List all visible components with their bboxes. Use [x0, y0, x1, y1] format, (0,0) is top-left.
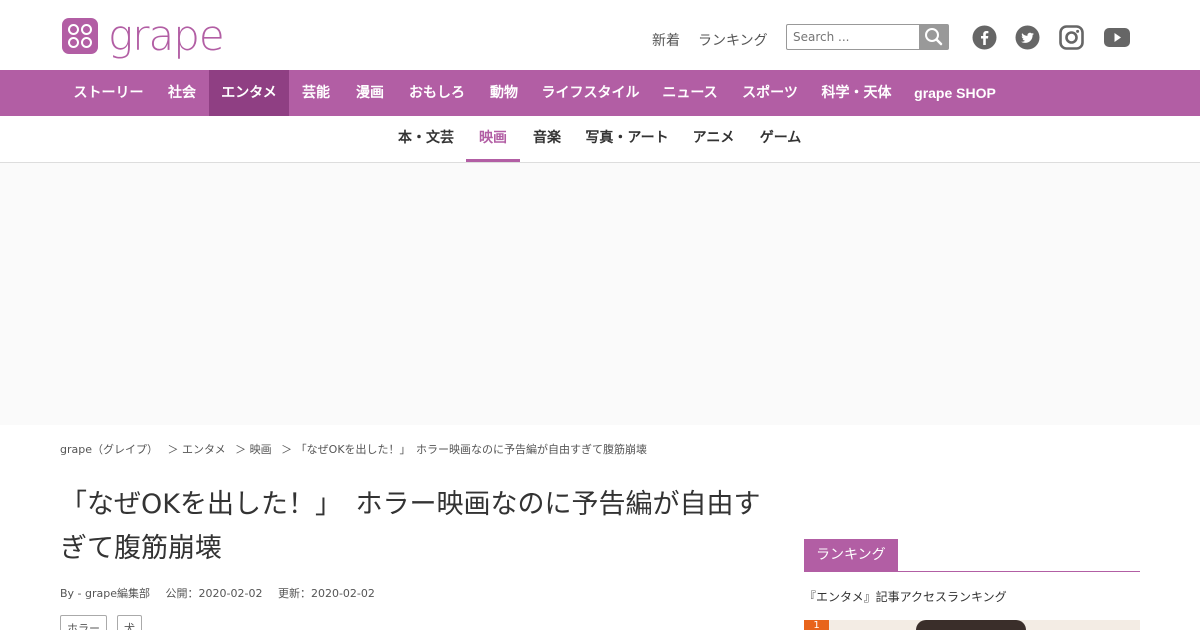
- youtube-icon[interactable]: [1103, 25, 1131, 50]
- nav-item-animals[interactable]: 動物: [477, 70, 531, 116]
- article-updated: 更新：2020-02-02: [277, 587, 375, 600]
- sidebar-ranking-subheading: 『エンタメ』記事アクセスランキング: [804, 590, 1007, 604]
- logo-text: grape: [108, 11, 225, 60]
- sidebar-ranking-header: ランキング: [804, 539, 1140, 572]
- instagram-icon[interactable]: [1059, 25, 1084, 50]
- nav-item-sports[interactable]: スポーツ: [730, 70, 810, 116]
- tag-dog[interactable]: 犬: [117, 615, 142, 630]
- subnav-item-anime[interactable]: アニメ: [680, 116, 747, 162]
- tag-horror[interactable]: ホラー: [60, 615, 107, 630]
- twitter-icon[interactable]: [1015, 25, 1040, 50]
- article-tags: ホラー 犬: [60, 615, 152, 630]
- subnav-item-photo-art[interactable]: 写真・アート: [574, 116, 680, 162]
- subnav-item-music[interactable]: 音楽: [520, 116, 574, 162]
- main-nav: ストーリー 社会 エンタメ 芸能 漫画 おもしろ 動物 ライフスタイル ニュース…: [0, 70, 1200, 116]
- breadcrumb-home[interactable]: grape（グレイプ）: [60, 443, 158, 456]
- nav-item-funny[interactable]: おもしろ: [397, 70, 477, 116]
- ranking-link[interactable]: ランキング: [698, 30, 768, 50]
- breadcrumb-movies[interactable]: ＞ 映画: [235, 443, 272, 456]
- ad-area: [0, 163, 1200, 425]
- subnav-item-books[interactable]: 本・文芸: [386, 116, 466, 162]
- nav-item-story[interactable]: ストーリー: [62, 70, 155, 116]
- new-link[interactable]: 新着: [652, 30, 680, 50]
- search-button[interactable]: [919, 24, 949, 50]
- ranking-thumbnail: [916, 620, 1026, 630]
- breadcrumb: grape（グレイプ） ＞ エンタメ ＞ 映画 ＞ 「なぜOKを出した！」 ホラ…: [60, 441, 653, 457]
- article-published: 公開：2020-02-02: [165, 587, 263, 600]
- subnav-item-game[interactable]: ゲーム: [747, 116, 814, 162]
- nav-item-geinou[interactable]: 芸能: [289, 70, 343, 116]
- subnav-item-movies[interactable]: 映画: [466, 116, 520, 162]
- site-header: grape 新着 ランキング: [0, 0, 1200, 70]
- nav-item-society[interactable]: 社会: [155, 70, 209, 116]
- nav-item-manga[interactable]: 漫画: [343, 70, 397, 116]
- search-input[interactable]: [786, 24, 920, 50]
- nav-item-news[interactable]: ニュース: [650, 70, 730, 116]
- logo-mark-icon: [62, 18, 98, 54]
- search-icon: [925, 28, 943, 46]
- article-title: 「なぜOKを出した！」 ホラー映画なのに予告編が自由すぎて腹筋崩壊: [60, 489, 761, 564]
- site-logo[interactable]: grape: [62, 11, 225, 60]
- nav-item-science[interactable]: 科学・天体: [810, 70, 903, 116]
- breadcrumb-entertainment[interactable]: ＞ エンタメ: [168, 443, 226, 456]
- ranking-item[interactable]: 1: [804, 620, 1140, 630]
- nav-item-shop[interactable]: grape SHOP: [903, 70, 1007, 116]
- nav-item-lifestyle[interactable]: ライフスタイル: [531, 70, 650, 116]
- article-author[interactable]: By - grape編集部: [60, 587, 150, 600]
- facebook-icon[interactable]: [972, 25, 997, 50]
- sub-nav: 本・文芸 映画 音楽 写真・アート アニメ ゲーム: [0, 116, 1200, 163]
- rank-badge: 1: [804, 620, 829, 630]
- article-meta: By - grape編集部 公開：2020-02-02 更新：2020-02-0…: [60, 585, 387, 601]
- nav-item-entertainment[interactable]: エンタメ: [209, 70, 289, 116]
- sidebar-ranking-heading: ランキング: [804, 539, 898, 571]
- breadcrumb-current: ＞ 「なぜOKを出した！」 ホラー映画なのに予告編が自由すぎて腹筋崩壊: [281, 443, 648, 456]
